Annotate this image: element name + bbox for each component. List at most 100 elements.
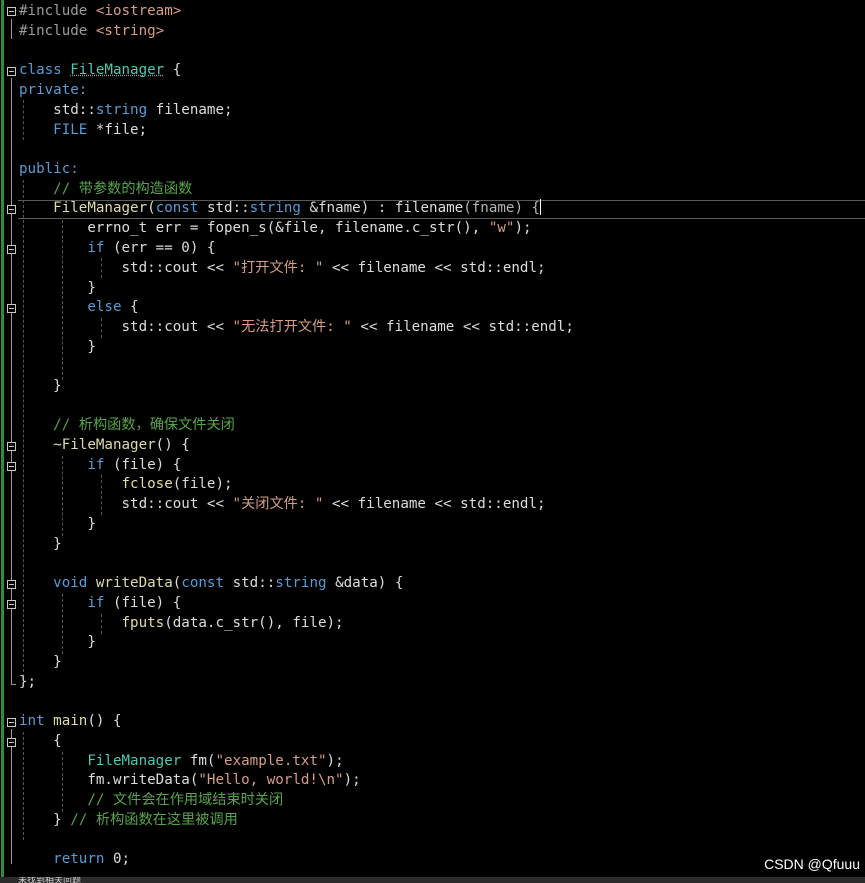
fold-toggle-icon[interactable] [7,600,16,609]
code-line-16[interactable]: else { [19,298,139,317]
code-text: filename; [147,102,233,118]
code-editor[interactable]: #include <iostream> #include <string> cl… [0,0,865,877]
code-line-24[interactable]: if (file) { [19,456,181,475]
function-name: fclose [121,476,173,492]
code-line-11[interactable]: FileManager(const std::string &fname) : … [19,199,542,218]
code-text: } [87,280,96,296]
fold-toggle-icon[interactable] [7,580,16,589]
code-text: 0; [104,851,131,867]
code-line-7[interactable]: FILE *file; [19,121,147,140]
code-text: } [53,378,62,394]
comment: // 带参数的构造函数 [53,181,193,197]
string-literal: "打开文件: " [232,260,324,276]
access-specifier: private: [19,82,88,98]
code-text: fm.writeData( [87,772,199,788]
fold-toggle-icon[interactable] [7,462,16,471]
code-line-42[interactable]: } // 析构函数在这里被调用 [19,811,238,830]
outline-line [11,729,12,864]
code-line-5[interactable]: private: [19,81,87,100]
fold-toggle-icon[interactable] [7,442,16,451]
code-text: ); [514,220,532,236]
code-text: } [87,339,96,355]
code-text: std::cout << [121,260,233,276]
fold-toggle-icon[interactable] [7,7,16,16]
code-line-10[interactable]: // 带参数的构造函数 [19,180,192,199]
code-text: (data.c_str(), file); [164,615,344,631]
fold-toggle-icon[interactable] [7,718,16,727]
type-name: string [249,200,301,216]
keyword: else [87,299,122,315]
code-text: { [121,299,139,315]
code-line-14[interactable]: std::cout << "打开文件: " << filename << std… [19,259,546,278]
status-bar [0,877,865,883]
code-line-31[interactable]: if (file) { [19,594,181,613]
fold-toggle-icon[interactable] [7,304,16,313]
code-line-32[interactable]: fputs(data.c_str(), file); [19,614,344,633]
keyword: class [19,62,62,78]
code-line-12[interactable]: errno_t err = fopen_s(&file, filename.c_… [19,219,532,238]
code-line-38[interactable]: { [19,732,62,751]
type-name: FILE [53,122,88,138]
code-line-1[interactable]: #include <iostream> [19,2,181,21]
outline-cap [11,684,16,685]
code-line-6[interactable]: std::string filename; [19,101,233,120]
code-line-34[interactable]: } [19,653,62,672]
fold-toggle-icon[interactable] [7,67,16,76]
code-line-28[interactable]: } [19,535,62,554]
code-line-18[interactable]: } [19,338,96,357]
code-text: (file); [172,476,233,492]
code-text: () { [87,713,122,729]
function-name: writeData [87,575,173,591]
code-line-41[interactable]: // 文件会在作用域结束时关闭 [19,791,283,810]
class-name: FileManager [70,62,165,78]
outline-line [11,19,12,39]
code-line-2[interactable]: #include <string> [19,22,164,41]
string-literal: "关闭文件: " [232,496,324,512]
code-text: ); [343,772,361,788]
preprocessor-directive: #include [19,3,96,19]
code-text: } [53,654,62,670]
status-message: 未找到相关问题 [18,877,82,883]
code-text: std::cout << [121,319,233,335]
code-line-20[interactable]: } [19,377,62,396]
code-line-35[interactable]: }; [19,673,36,692]
code-text: (fname) { [463,200,541,216]
keyword: const [155,200,199,216]
code-text: (err == 0) { [104,240,216,256]
code-text: fm( [181,753,216,769]
change-margin-bar [1,0,4,877]
code-line-15[interactable]: } [19,279,96,298]
string-literal: "Hello, world!\n" [198,772,344,788]
code-line-13[interactable]: if (err == 0) { [19,239,215,258]
type-name: string [95,102,148,118]
code-text: { [164,62,182,78]
code-line-17[interactable]: std::cout << "无法打开文件: " << filename << s… [19,318,574,337]
code-line-22[interactable]: // 析构函数，确保文件关闭 [19,416,235,435]
keyword: if [87,457,105,473]
include-header: <iostream> [95,3,182,19]
code-line-33[interactable]: } [19,633,96,652]
fold-toggle-icon[interactable] [7,245,16,254]
comment: // 析构函数在这里被调用 [70,812,238,828]
code-text: std::cout << [121,496,233,512]
code-line-25[interactable]: fclose(file); [19,475,233,494]
code-text: () { [155,437,190,453]
string-literal: "w" [488,220,515,236]
code-line-23[interactable]: ~FileManager() { [19,436,190,455]
code-line-26[interactable]: std::cout << "关闭文件: " << filename << std… [19,495,546,514]
code-line-4[interactable]: class FileManager { [19,61,181,80]
code-line-39[interactable]: FileManager fm("example.txt"); [19,752,343,771]
fold-toggle-icon[interactable] [7,205,16,214]
code-text: } [87,634,96,650]
keyword: if [87,595,105,611]
code-line-40[interactable]: fm.writeData("Hello, world!\n"); [19,771,361,790]
code-line-37[interactable]: int main() { [19,712,122,731]
code-line-9[interactable]: public: [19,160,79,179]
code-line-30[interactable]: void writeData(const std::string &data) … [19,574,403,593]
code-line-44[interactable]: return 0; [19,850,130,869]
function-name: ~FileManager [53,437,156,453]
code-line-27[interactable]: } [19,515,96,534]
code-text: << filename << std::endl; [323,260,546,276]
code-text: std:: [224,575,276,591]
fold-toggle-icon[interactable] [7,738,16,747]
